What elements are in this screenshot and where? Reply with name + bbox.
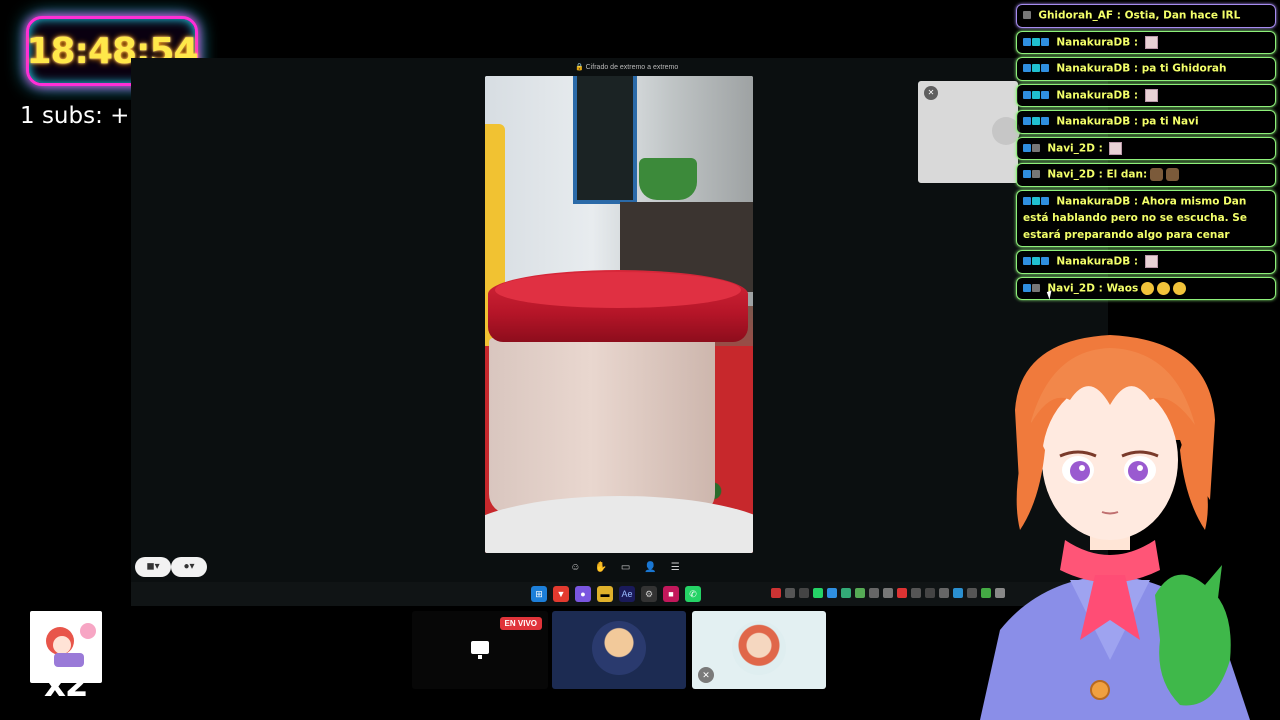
chat-message: Navi_2D : El dan: [1016, 163, 1276, 187]
vtuber-avatar [980, 335, 1250, 720]
chat-message: NanakuraDB : [1016, 83, 1276, 107]
emote-icon [1166, 168, 1180, 181]
tray-icon[interactable] [771, 588, 781, 598]
mic-off-icon: ✕ [698, 667, 714, 683]
chat-badges [1023, 280, 1041, 297]
chat-badges [1023, 87, 1050, 104]
chat-badges [1023, 166, 1041, 183]
screen-share-icon[interactable]: ▭ [621, 562, 630, 573]
emote-icon [1109, 141, 1123, 155]
camera-off-icon: ◼︎▾ [146, 561, 160, 572]
chat-badges [1023, 34, 1050, 51]
chat-badges [1023, 60, 1050, 77]
chat-username: NanakuraDB [1056, 36, 1131, 48]
emoji-icon[interactable]: ☺ [570, 562, 580, 573]
after-effects-icon[interactable]: Ae [619, 586, 635, 602]
chat-message: NanakuraDB : pa ti Navi [1016, 110, 1276, 134]
chat-username: Navi_2D [1047, 142, 1095, 154]
wave-emote-icon [1141, 281, 1155, 295]
chat-message: NanakuraDB : pa ti Ghidorah [1016, 57, 1276, 81]
tray-icon[interactable] [897, 588, 907, 598]
participant-tile-screenshare[interactable]: EN VIVO [412, 611, 548, 689]
wave-emote-icon [1157, 281, 1171, 295]
chat-text: El dan: [1106, 168, 1148, 181]
windows-start-icon[interactable]: ⊞ [531, 586, 547, 602]
chat-message: NanakuraDB : Ahora mismo Dan está hablan… [1016, 189, 1276, 247]
obs-icon[interactable]: ■ [663, 586, 679, 602]
tray-icon[interactable] [883, 588, 893, 598]
e2e-label-text: Cifrado de extremo a extremo [585, 64, 679, 71]
stream-chat: Ghidorah_AF : Ostia, Dan hace IRL Nanaku… [1016, 4, 1276, 303]
emote-icon [1144, 88, 1158, 102]
live-badge: EN VIVO [499, 617, 542, 630]
chat-username: Navi_2D [1047, 168, 1095, 181]
participant-tile[interactable] [552, 611, 686, 689]
monitor-icon [471, 641, 489, 659]
tray-icon[interactable] [855, 588, 865, 598]
whatsapp-icon[interactable]: ✆ [685, 586, 701, 602]
chat-message: Ghidorah_AF : Ostia, Dan hace IRL [1016, 4, 1276, 28]
chat-message: NanakuraDB : [1016, 250, 1276, 274]
mic-toggle-button[interactable]: ●▾ [171, 557, 207, 577]
tray-icon[interactable] [939, 588, 949, 598]
file-explorer-icon[interactable]: ▬ [597, 586, 613, 602]
chat-text: Ostia, Dan hace IRL [1124, 9, 1241, 22]
avatar [732, 621, 786, 675]
tray-icon[interactable] [827, 588, 837, 598]
remote-video-feed [485, 76, 753, 553]
chat-message: Navi_2D : [1016, 136, 1276, 160]
chat-username: NanakuraDB [1056, 115, 1131, 128]
camera-toggle-button[interactable]: ◼︎▾ [135, 557, 171, 577]
chat-text: pa ti Navi [1141, 115, 1199, 128]
discord-icon[interactable]: ● [575, 586, 591, 602]
emote-icon [1144, 35, 1158, 49]
chat-text: pa ti Ghidorah [1141, 62, 1227, 75]
chat-badges [1023, 253, 1050, 270]
avatar [592, 621, 646, 675]
emote-icon [1144, 255, 1158, 268]
chat-username: Ghidorah_AF [1038, 9, 1114, 22]
tray-icon[interactable] [841, 588, 851, 598]
browser-icon[interactable]: ▼ [553, 586, 569, 602]
chat-text: Waos [1106, 282, 1139, 294]
tray-icon[interactable] [785, 588, 795, 598]
chat-username: NanakuraDB [1056, 62, 1131, 75]
chat-username: NanakuraDB [1056, 255, 1131, 268]
call-toolbar: ☺ ✋ ▭ 👤 ☰ [560, 559, 690, 575]
chat-badges [1023, 140, 1041, 157]
emote-icon [1150, 168, 1164, 181]
mic-off-icon: ●▾ [183, 561, 195, 572]
raise-hand-icon[interactable]: ✋ [594, 562, 606, 573]
more-icon[interactable]: ☰ [671, 562, 680, 573]
tray-icon[interactable] [799, 588, 809, 598]
chat-badges [1023, 113, 1050, 130]
chat-message: Navi_2D : Waos [1016, 276, 1276, 300]
e2e-encryption-label: 🔒 Cifrado de extremo a extremo [575, 64, 679, 71]
add-person-icon[interactable]: 👤 [644, 562, 656, 573]
chat-message: NanakuraDB : [1016, 30, 1276, 54]
settings-icon[interactable]: ⚙ [641, 586, 657, 602]
tray-icon[interactable] [925, 588, 935, 598]
tray-icon[interactable] [911, 588, 921, 598]
mic-off-icon: ✕ [924, 86, 938, 100]
wave-emote-icon [1173, 281, 1187, 295]
chat-username: Navi_2D [1047, 282, 1095, 294]
chat-username: NanakuraDB [1056, 195, 1131, 207]
chat-username: NanakuraDB [1056, 89, 1131, 101]
self-view-tile[interactable]: ✕ [918, 81, 1020, 183]
emote-multiplier: x2 [44, 665, 89, 705]
tray-icon[interactable] [869, 588, 879, 598]
participant-tile[interactable]: ✕ [692, 611, 826, 689]
chat-badges [1023, 7, 1032, 24]
chat-badges [1023, 193, 1050, 210]
tray-icon[interactable] [813, 588, 823, 598]
